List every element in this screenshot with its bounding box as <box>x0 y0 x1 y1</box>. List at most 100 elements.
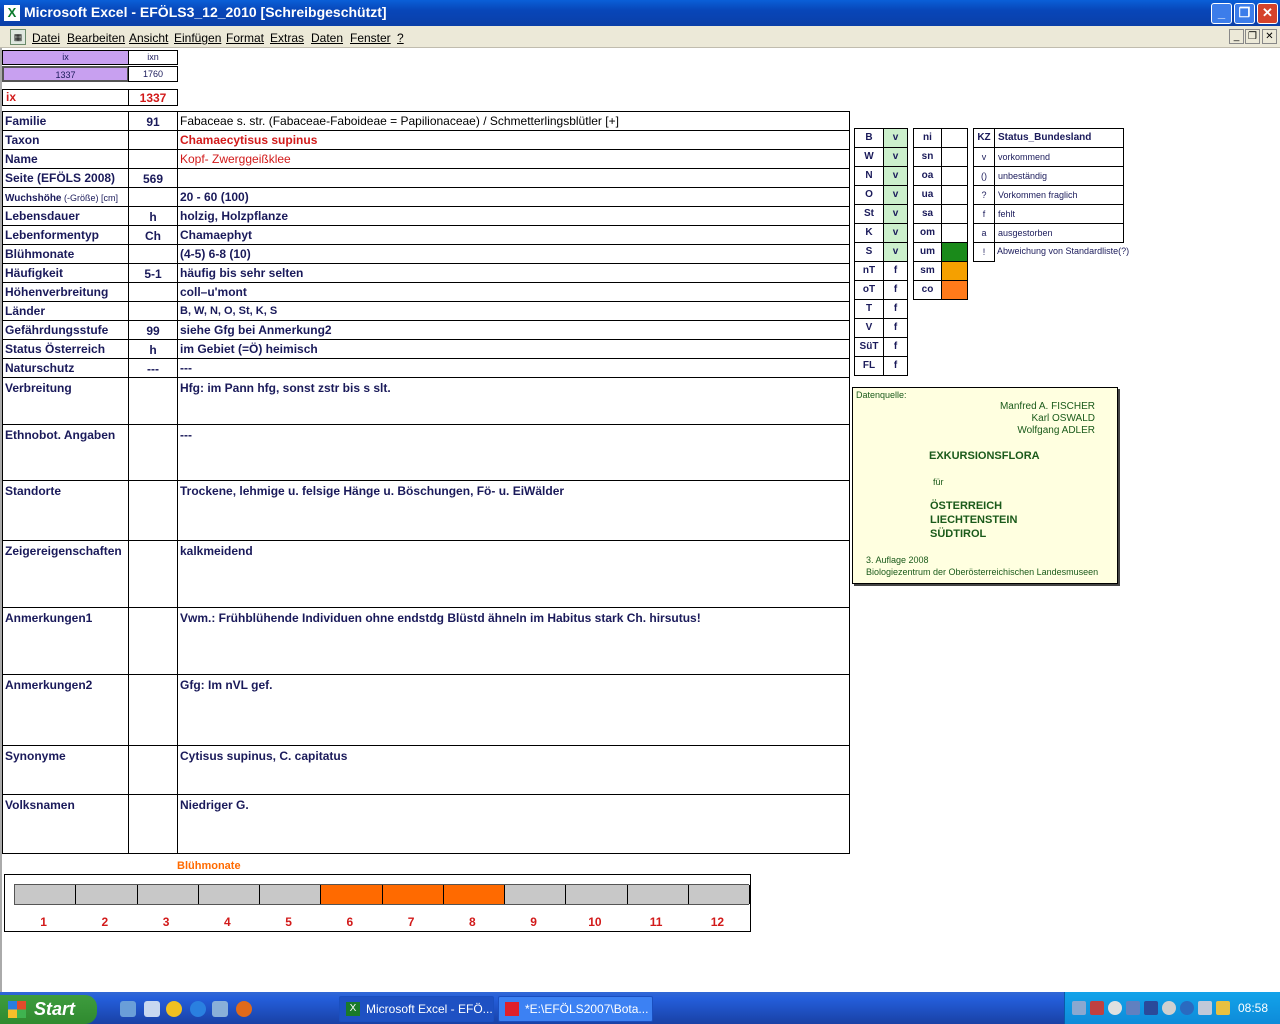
menu-bearbeiten[interactable]: Bearbeiten <box>67 31 125 45</box>
bundesland-status-cell[interactable]: f <box>883 299 908 319</box>
row-number-cell[interactable] <box>128 301 178 321</box>
network-icon[interactable] <box>1072 1001 1086 1015</box>
row-text-cell[interactable]: 20 - 60 (100) <box>177 187 850 207</box>
quicklaunch-app-icon[interactable] <box>144 1001 160 1017</box>
menu-datei[interactable]: Datei <box>32 31 60 45</box>
region-color-cell[interactable] <box>941 128 968 148</box>
bundesland-status-cell[interactable]: f <box>883 337 908 357</box>
row-number-cell[interactable] <box>128 130 178 150</box>
region-code-cell[interactable]: sn <box>913 147 942 167</box>
row-text-cell[interactable]: Niedriger G. <box>177 794 850 854</box>
taskbar-excel-button[interactable]: X Microsoft Excel - EFÖ... <box>339 996 494 1022</box>
internet-explorer-icon[interactable] <box>190 1001 206 1017</box>
row-number-cell[interactable]: Ch <box>128 225 178 245</box>
security-icon[interactable] <box>1090 1001 1104 1015</box>
bundesland-status-cell[interactable]: v <box>883 223 908 243</box>
bundesland-code-cell[interactable]: W <box>854 147 884 167</box>
ix-header-cell[interactable]: ix <box>2 50 129 65</box>
row-label-cell[interactable]: Lebensdauer <box>2 206 129 226</box>
menu-help[interactable]: ? <box>397 31 404 45</box>
row-text-cell[interactable]: --- <box>177 424 850 481</box>
row-text-cell[interactable]: im Gebiet (=Ö) heimisch <box>177 339 850 359</box>
row-label-cell[interactable]: Höhenverbreitung <box>2 282 129 302</box>
row-label-cell[interactable]: Blühmonate <box>2 244 129 264</box>
row-number-cell[interactable] <box>128 377 178 425</box>
workbook-icon[interactable]: ▦ <box>10 29 26 45</box>
row-label-cell[interactable]: Ethnobot. Angaben <box>2 424 129 481</box>
bundesland-code-cell[interactable]: O <box>854 185 884 205</box>
usb-icon[interactable] <box>1198 1001 1212 1015</box>
row-text-cell[interactable]: (4-5) 6-8 (10) <box>177 244 850 264</box>
media-player-icon[interactable] <box>166 1001 182 1017</box>
row-text-cell[interactable]: holzig, Holzpflanze <box>177 206 850 226</box>
row-number-cell[interactable]: h <box>128 206 178 226</box>
bundesland-status-cell[interactable]: v <box>883 147 908 167</box>
row-number-cell[interactable]: h <box>128 339 178 359</box>
bundesland-code-cell[interactable]: K <box>854 223 884 243</box>
row-text-cell[interactable]: Kopf- Zwerggeißklee <box>177 149 850 169</box>
volume-icon[interactable] <box>1162 1001 1176 1015</box>
menu-extras[interactable]: Extras <box>270 31 304 45</box>
region-color-cell[interactable] <box>941 166 968 186</box>
row-label-cell[interactable]: Gefährdungsstufe <box>2 320 129 340</box>
bundesland-status-cell[interactable]: f <box>883 356 908 376</box>
row-text-cell[interactable]: --- <box>177 358 850 378</box>
row-label-cell[interactable]: Länder <box>2 301 129 321</box>
firefox-icon[interactable] <box>236 1001 252 1017</box>
ixn-header-cell[interactable]: ixn <box>128 50 178 65</box>
bundesland-status-cell[interactable]: v <box>883 166 908 186</box>
bundesland-code-cell[interactable]: T <box>854 299 884 319</box>
row-number-cell[interactable] <box>128 244 178 264</box>
row-label-cell[interactable]: Standorte <box>2 480 129 541</box>
row-label-cell[interactable]: Familie <box>2 111 129 131</box>
row-number-cell[interactable] <box>128 187 178 207</box>
menu-daten[interactable]: Daten <box>311 31 343 45</box>
bundesland-code-cell[interactable]: oT <box>854 280 884 300</box>
row-text-cell[interactable]: häufig bis sehr selten <box>177 263 850 283</box>
bundesland-code-cell[interactable]: B <box>854 128 884 148</box>
minimize-button[interactable]: _ <box>1211 3 1232 24</box>
row-text-cell[interactable]: Cytisus supinus, C. capitatus <box>177 745 850 795</box>
maximize-button[interactable]: ❐ <box>1234 3 1255 24</box>
row-label-cell[interactable]: Status Österreich <box>2 339 129 359</box>
ix-label-cell[interactable]: ix <box>2 89 129 106</box>
start-button[interactable]: Start <box>0 995 97 1024</box>
menu-fenster[interactable]: Fenster <box>350 31 391 45</box>
ixn-value-cell[interactable]: 1760 <box>128 66 178 82</box>
row-number-cell[interactable] <box>128 424 178 481</box>
region-code-cell[interactable]: ua <box>913 185 942 205</box>
row-number-cell[interactable]: 91 <box>128 111 178 131</box>
region-code-cell[interactable]: co <box>913 280 942 300</box>
bundesland-status-cell[interactable]: v <box>883 185 908 205</box>
row-label-cell[interactable]: Taxon <box>2 130 129 150</box>
ix-value-cell[interactable]: 1337 <box>2 66 129 82</box>
row-number-cell[interactable] <box>128 794 178 854</box>
shield-icon[interactable] <box>1144 1001 1158 1015</box>
row-label-cell[interactable]: Volksnamen <box>2 794 129 854</box>
menu-einfuegen[interactable]: Einfügen <box>174 31 221 45</box>
workbook-restore-button[interactable]: ❐ <box>1245 29 1260 44</box>
row-label-cell[interactable]: Seite (EFÖLS 2008) <box>2 168 129 188</box>
row-text-cell[interactable]: coll–u'mont <box>177 282 850 302</box>
row-text-cell[interactable]: Vwm.: Frühblühende Individuen ohne endst… <box>177 607 850 675</box>
row-number-cell[interactable]: 5-1 <box>128 263 178 283</box>
bundesland-status-cell[interactable]: f <box>883 318 908 338</box>
bundesland-code-cell[interactable]: N <box>854 166 884 186</box>
row-text-cell[interactable]: Chamaephyt <box>177 225 850 245</box>
row-label-cell[interactable]: Wuchshöhe (-Größe) [cm] <box>2 187 129 207</box>
show-desktop-icon[interactable] <box>120 1001 136 1017</box>
region-code-cell[interactable]: um <box>913 242 942 262</box>
row-label-cell[interactable]: Anmerkungen2 <box>2 674 129 746</box>
bundesland-status-cell[interactable]: f <box>883 261 908 281</box>
row-label-cell[interactable]: Synonyme <box>2 745 129 795</box>
bundesland-status-cell[interactable]: v <box>883 204 908 224</box>
region-code-cell[interactable]: ni <box>913 128 942 148</box>
row-number-cell[interactable] <box>128 480 178 541</box>
row-label-cell[interactable]: Verbreitung <box>2 377 129 425</box>
region-color-cell[interactable] <box>941 280 968 300</box>
info-icon[interactable] <box>1180 1001 1194 1015</box>
bundesland-status-cell[interactable]: v <box>883 242 908 262</box>
taskbar-editor-button[interactable]: *E:\EFÖLS2007\Bota... <box>498 996 653 1022</box>
row-text-cell[interactable]: kalkmeidend <box>177 540 850 608</box>
menu-ansicht[interactable]: Ansicht <box>129 31 168 45</box>
